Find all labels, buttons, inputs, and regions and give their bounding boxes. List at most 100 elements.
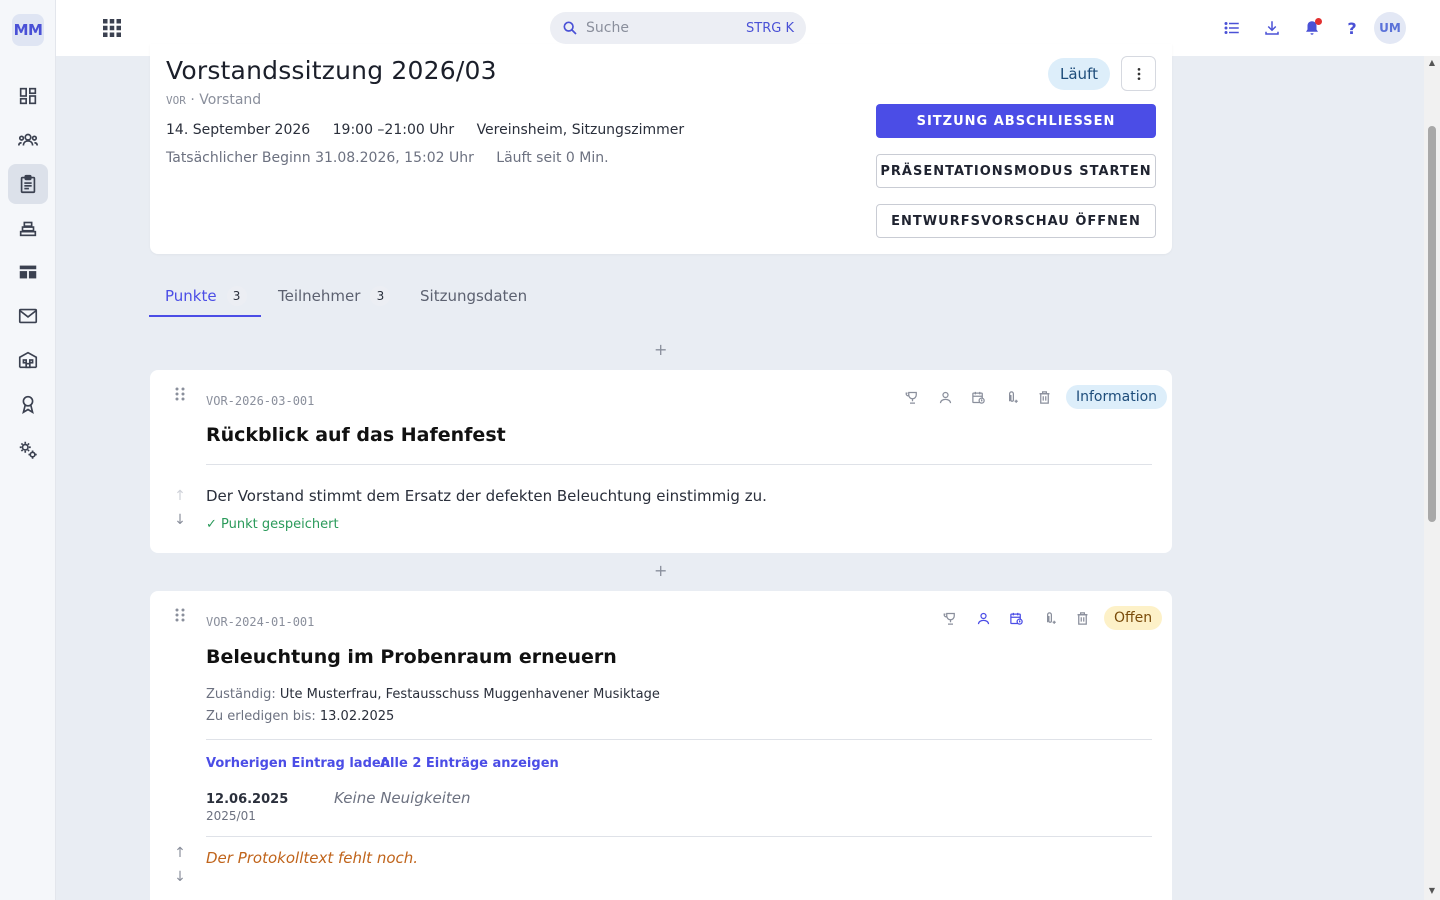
gear-icon [19, 441, 37, 459]
item-text[interactable]: Der Vorstand stimmt dem Ersatz der defek… [206, 487, 767, 505]
sidebar-item-settings[interactable] [8, 430, 48, 470]
item-code: VOR-2026-03-001 [206, 394, 315, 408]
award-icon [22, 395, 34, 414]
sidebar-item-meetings[interactable] [8, 164, 48, 204]
meeting-location: Vereinsheim, Sitzungszimmer [476, 122, 685, 138]
meeting-group: · Vorstand [190, 92, 262, 108]
clipboard-icon [20, 174, 36, 194]
person-icon[interactable] [934, 386, 956, 408]
delete-icon[interactable] [1033, 386, 1055, 408]
tab-count: 3 [370, 286, 391, 306]
tab-participants[interactable]: Teilnehmer 3 [278, 276, 391, 316]
search-icon [563, 21, 577, 35]
meeting-details: 14. September 2026 19:00 –21:00 Uhr Vere… [166, 122, 702, 138]
item-divider [206, 836, 1152, 837]
sidebar-item-dashboard[interactable] [8, 76, 48, 116]
user-avatar[interactable]: UM [1374, 12, 1406, 44]
download-icon[interactable] [1260, 16, 1284, 40]
move-down-icon[interactable]: ↓ [174, 865, 186, 889]
open-draft-preview-button[interactable]: ENTWURFSVORSCHAU ÖFFNEN [876, 204, 1156, 238]
responsible-line: Zuständig: Ute Musterfrau, Festausschuss… [206, 687, 660, 702]
start-presentation-button[interactable]: PRÄSENTATIONSMODUS STARTEN [876, 154, 1156, 188]
scroll-up-arrow[interactable]: ▲ [1427, 58, 1437, 68]
show-all-entries-link[interactable]: Alle 2 Einträge anzeigen [380, 756, 559, 771]
help-icon[interactable]: ? [1340, 16, 1364, 40]
search-bar[interactable]: STRG K [550, 12, 806, 44]
meeting-runtime: Tatsächlicher Beginn 31.08.2026, 15:02 U… [166, 150, 627, 166]
due-label: Zu erledigen bis: [206, 709, 316, 724]
running-since: Läuft seit 0 Min. [496, 150, 609, 166]
due-value: 13.02.2025 [319, 709, 395, 724]
mail-icon [18, 308, 38, 324]
add-item-button[interactable]: + [654, 563, 667, 579]
item-divider [206, 739, 1152, 740]
responsible-label: Zuständig: [206, 687, 276, 702]
meeting-time: 19:00 –21:00 Uhr [332, 122, 455, 138]
sidebar-item-members[interactable] [8, 120, 48, 160]
calendar-clock-icon[interactable] [1005, 607, 1027, 629]
app-logo[interactable]: MM [12, 14, 44, 46]
sidebar: MM [0, 0, 56, 900]
trophy-icon[interactable] [901, 386, 923, 408]
responsible-value: Ute Musterfrau, Festausschuss Muggenhave… [279, 687, 660, 702]
meeting-header-card: Vorstandssitzung 2026/03 VOR · Vorstand … [150, 44, 1172, 254]
stack-icon [19, 221, 37, 237]
notification-bell-icon[interactable] [1300, 16, 1324, 40]
entry-links: Vorherigen Eintrag laden Alle 2 Einträge… [206, 756, 806, 776]
agenda-item-card: VOR-2026-03-001 Information Rückblick au… [150, 370, 1172, 553]
sidebar-item-inventory[interactable] [8, 208, 48, 248]
tab-count: 3 [226, 286, 247, 306]
tab-points[interactable]: Punkte 3 [165, 276, 247, 316]
search-input[interactable] [586, 20, 736, 36]
tab-meeting-data[interactable]: Sitzungsdaten [420, 276, 527, 316]
item-code: VOR-2024-01-001 [206, 615, 315, 629]
scrollbar-thumb[interactable] [1428, 126, 1436, 522]
reorder-arrows: ↑ ↓ [174, 841, 186, 889]
sidebar-item-awards[interactable] [8, 384, 48, 424]
building-icon [18, 351, 38, 369]
search-shortcut: STRG K [746, 20, 794, 36]
load-previous-entry-link[interactable]: Vorherigen Eintrag laden [206, 756, 390, 771]
list-icon[interactable] [1220, 16, 1244, 40]
delete-icon[interactable] [1071, 607, 1093, 629]
tab-label: Punkte [165, 287, 217, 305]
due-line: Zu erledigen bis: 13.02.2025 [206, 709, 394, 724]
meeting-date: 14. September 2026 [166, 122, 311, 138]
status-badge: Läuft [1048, 58, 1110, 90]
entry-text: Keine Neuigkeiten [334, 789, 471, 807]
trophy-icon[interactable] [939, 607, 961, 629]
more-vertical-icon [1137, 67, 1140, 80]
active-tab-indicator [149, 315, 261, 317]
meeting-code: VOR [166, 94, 186, 107]
entry-date: 12.06.2025 [206, 792, 289, 807]
item-actions: Offen [939, 606, 1163, 630]
apps-grid-icon[interactable] [100, 16, 124, 40]
item-title[interactable]: Rückblick auf das Hafenfest [206, 424, 506, 446]
sidebar-item-buildings[interactable] [8, 340, 48, 380]
more-options-button[interactable] [1121, 56, 1156, 91]
item-actions: Information [901, 385, 1168, 409]
saved-status: ✓ Punkt gespeichert [206, 517, 339, 532]
attachment-add-icon[interactable] [1038, 607, 1060, 629]
tab-label: Teilnehmer [278, 287, 361, 305]
scroll-down-arrow[interactable]: ▼ [1427, 886, 1437, 896]
move-up-icon[interactable]: ↑ [174, 484, 186, 508]
item-tag-badge: Offen [1104, 606, 1163, 630]
close-meeting-button[interactable]: SITZUNG ABSCHLIESSEN [876, 104, 1156, 138]
calendar-clock-icon[interactable] [967, 386, 989, 408]
move-up-icon[interactable]: ↑ [174, 841, 186, 865]
drag-handle-icon[interactable] [174, 607, 186, 623]
reorder-arrows: ↑ ↓ [174, 484, 186, 532]
add-item-button[interactable]: + [654, 342, 667, 358]
people-icon [18, 133, 38, 146]
drag-handle-icon[interactable] [174, 386, 186, 402]
item-title[interactable]: Beleuchtung im Probenraum erneuern [206, 646, 617, 668]
dashboard-icon [19, 87, 37, 105]
sidebar-item-tables[interactable] [8, 252, 48, 292]
notification-dot [1315, 18, 1322, 25]
person-icon[interactable] [972, 607, 994, 629]
protocol-missing-text[interactable]: Der Protokolltext fehlt noch. [206, 849, 418, 867]
attachment-add-icon[interactable] [1000, 386, 1022, 408]
move-down-icon[interactable]: ↓ [174, 508, 186, 532]
sidebar-item-mail[interactable] [8, 296, 48, 336]
